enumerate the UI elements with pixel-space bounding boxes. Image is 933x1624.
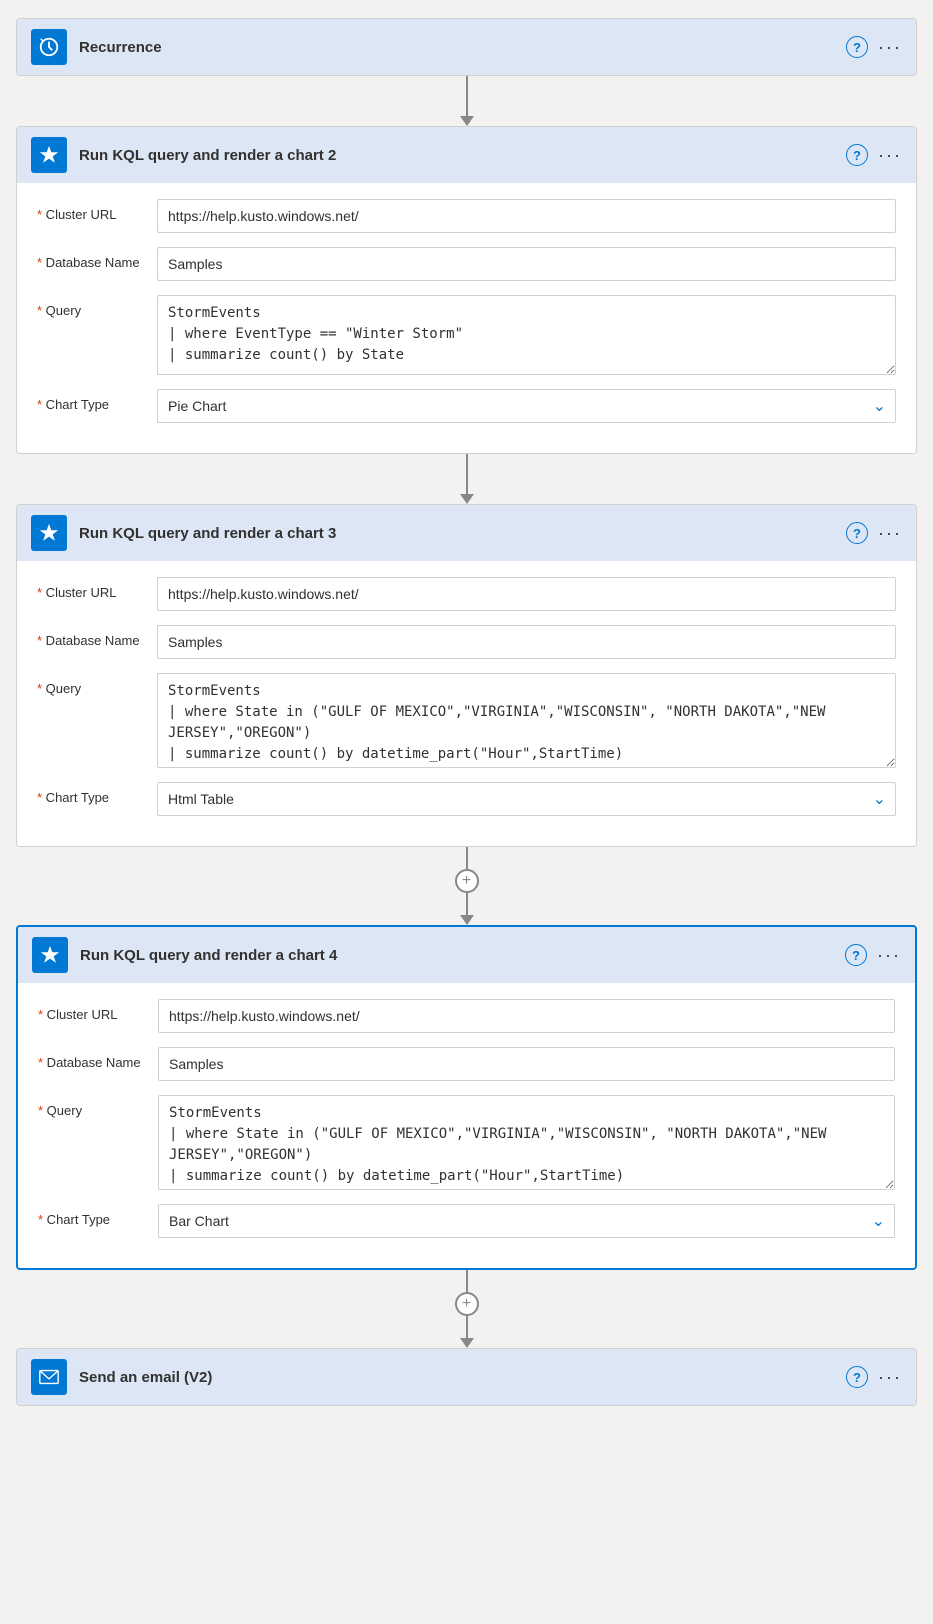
step2-database-name-input[interactable] [157,247,896,281]
step3-card: Run KQL query and render a chart 3 ? ···… [16,504,917,847]
step3-database-name-input[interactable] [157,625,896,659]
step2-title: Run KQL query and render a chart 2 [79,147,846,164]
step4-query-label: * Query [38,1095,158,1118]
add-step-button-1[interactable]: + [455,869,479,893]
step2-help-button[interactable]: ? [846,144,868,166]
step3-chart-type-select[interactable]: Html Table Pie Chart Bar Chart [157,782,896,816]
step4-actions: ? ··· [845,944,901,966]
step3-header: Run KQL query and render a chart 3 ? ··· [17,505,916,561]
send-email-card: Send an email (V2) ? ··· [16,1348,917,1406]
recurrence-card: Recurrence ? ··· [16,18,917,76]
step2-card: Run KQL query and render a chart 2 ? ···… [16,126,917,454]
step4-card: Run KQL query and render a chart 4 ? ···… [16,925,917,1270]
step2-chart-type-label: * Chart Type [37,389,157,412]
step2-query-row: * Query StormEvents | where EventType ==… [37,295,896,375]
send-email-actions: ? ··· [846,1366,902,1388]
step3-database-name-label: * Database Name [37,625,157,648]
step2-query-input[interactable]: StormEvents | where EventType == "Winter… [157,295,896,375]
step4-help-button[interactable]: ? [845,944,867,966]
step3-chart-type-label: * Chart Type [37,782,157,805]
step4-database-name-label: * Database Name [38,1047,158,1070]
step3-actions: ? ··· [846,522,902,544]
step4-svg-icon [39,944,61,966]
step4-header: Run KQL query and render a chart 4 ? ··· [18,927,915,983]
step4-chart-type-select-wrap: Bar Chart Pie Chart Html Table ⌄ [158,1204,895,1238]
send-email-menu-button[interactable]: ··· [878,1367,902,1388]
step3-chart-type-row: * Chart Type Html Table Pie Chart Bar Ch… [37,782,896,816]
step2-header: Run KQL query and render a chart 2 ? ··· [17,127,916,183]
step3-cluster-url-label: * Cluster URL [37,577,157,600]
send-email-svg-icon [38,1366,60,1388]
step3-query-input[interactable]: StormEvents | where State in ("GULF OF M… [157,673,896,768]
step3-help-button[interactable]: ? [846,522,868,544]
step4-chart-type-row: * Chart Type Bar Chart Pie Chart Html Ta… [38,1204,895,1238]
step3-menu-button[interactable]: ··· [878,523,902,544]
step3-cluster-url-row: * Cluster URL [37,577,896,611]
step2-cluster-url-label: * Cluster URL [37,199,157,222]
step4-chart-type-label: * Chart Type [38,1204,158,1227]
connector-plus-1: + [16,847,917,925]
step4-database-name-input[interactable] [158,1047,895,1081]
step3-chart-type-select-wrap: Html Table Pie Chart Bar Chart ⌄ [157,782,896,816]
step3-icon [31,515,67,551]
connector-2 [16,454,917,504]
step3-body: * Cluster URL * Database Name * Query St… [17,561,916,846]
recurrence-title: Recurrence [79,39,846,56]
step2-database-name-row: * Database Name [37,247,896,281]
send-email-help-button[interactable]: ? [846,1366,868,1388]
step4-title: Run KQL query and render a chart 4 [80,947,845,964]
step2-body: * Cluster URL * Database Name * Query St… [17,183,916,453]
step3-query-row: * Query StormEvents | where State in ("G… [37,673,896,768]
step2-chart-type-select-wrap: Pie Chart Bar Chart Html Table ⌄ [157,389,896,423]
step2-database-name-label: * Database Name [37,247,157,270]
step3-svg-icon [38,522,60,544]
step2-query-label: * Query [37,295,157,318]
send-email-icon [31,1359,67,1395]
step2-icon [31,137,67,173]
connector-plus-2: + [16,1270,917,1348]
step3-database-name-row: * Database Name [37,625,896,659]
step2-cluster-url-input[interactable] [157,199,896,233]
send-email-title: Send an email (V2) [79,1369,846,1386]
step3-query-label: * Query [37,673,157,696]
recurrence-svg-icon [38,36,60,58]
step4-menu-button[interactable]: ··· [877,945,901,966]
step4-body: * Cluster URL * Database Name * Query St… [18,983,915,1268]
recurrence-icon [31,29,67,65]
step2-svg-icon [38,144,60,166]
send-email-header: Send an email (V2) ? ··· [17,1349,916,1405]
recurrence-menu-button[interactable]: ··· [878,37,902,58]
step4-database-name-row: * Database Name [38,1047,895,1081]
step2-menu-button[interactable]: ··· [878,145,902,166]
step4-cluster-url-input[interactable] [158,999,895,1033]
step3-title: Run KQL query and render a chart 3 [79,525,846,542]
step2-chart-type-row: * Chart Type Pie Chart Bar Chart Html Ta… [37,389,896,423]
recurrence-help-button[interactable]: ? [846,36,868,58]
recurrence-actions: ? ··· [846,36,902,58]
step3-cluster-url-input[interactable] [157,577,896,611]
step2-cluster-url-row: * Cluster URL [37,199,896,233]
step2-actions: ? ··· [846,144,902,166]
step4-query-row: * Query StormEvents | where State in ("G… [38,1095,895,1190]
step2-chart-type-select[interactable]: Pie Chart Bar Chart Html Table [157,389,896,423]
recurrence-header: Recurrence ? ··· [17,19,916,75]
step4-query-input[interactable]: StormEvents | where State in ("GULF OF M… [158,1095,895,1190]
step4-cluster-url-label: * Cluster URL [38,999,158,1022]
step4-cluster-url-row: * Cluster URL [38,999,895,1033]
connector-1 [16,76,917,126]
add-step-button-2[interactable]: + [455,1292,479,1316]
step4-chart-type-select[interactable]: Bar Chart Pie Chart Html Table [158,1204,895,1238]
step4-icon [32,937,68,973]
